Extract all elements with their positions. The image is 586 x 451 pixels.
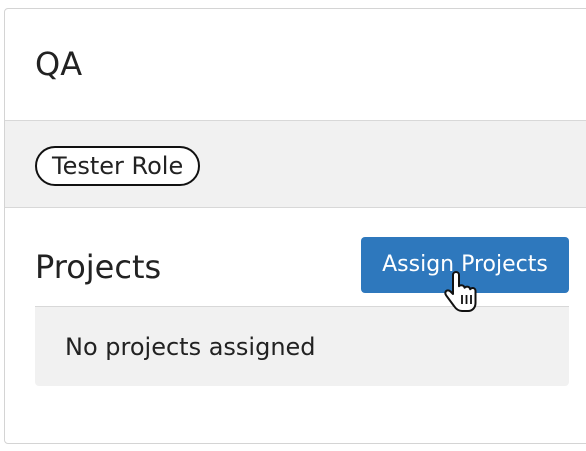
role-badge[interactable]: Tester Role — [35, 146, 201, 186]
role-band: Tester Role — [5, 121, 586, 208]
group-title: QA — [35, 45, 83, 83]
group-card: QA Tester Role Projects Assign Projects … — [4, 8, 586, 444]
projects-heading: Projects — [35, 248, 162, 286]
empty-projects-message: No projects assigned — [65, 333, 316, 361]
projects-empty-panel: No projects assigned — [35, 307, 569, 386]
card-header: QA — [5, 9, 586, 121]
assign-projects-button[interactable]: Assign Projects — [361, 237, 569, 293]
